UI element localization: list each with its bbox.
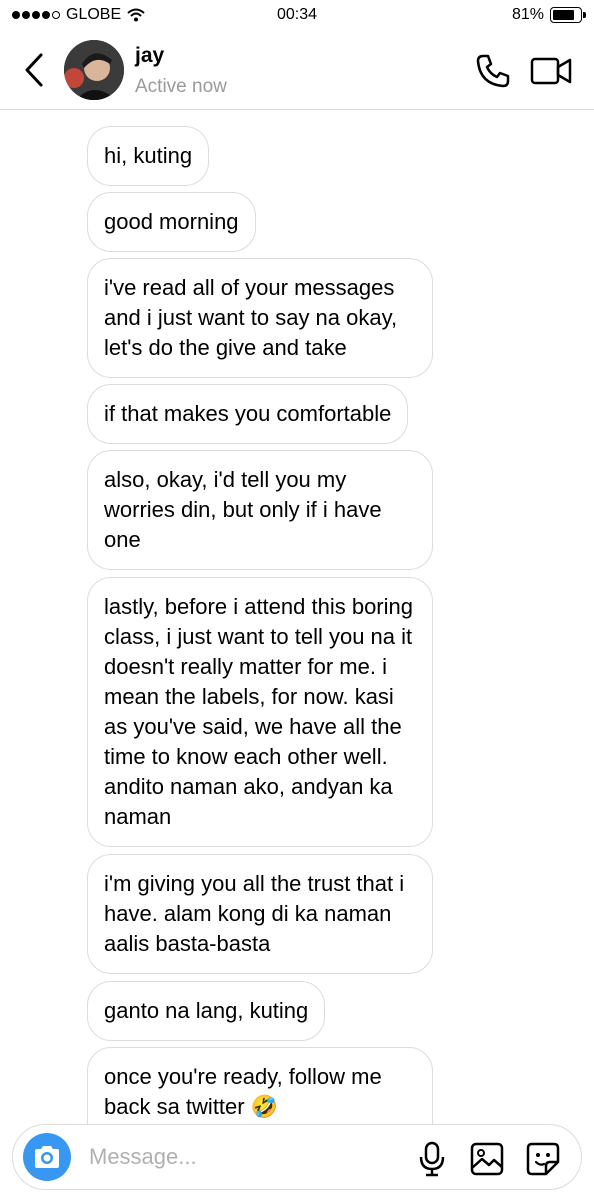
message-input[interactable] <box>89 1139 389 1175</box>
back-button[interactable] <box>18 50 50 90</box>
battery-percent: 81% <box>511 6 544 23</box>
message-bubble: hi, kuting <box>87 126 210 186</box>
message-bubble: also, okay, i'd tell you my worries din,… <box>87 450 433 570</box>
message-composer <box>12 1124 582 1190</box>
camera-icon <box>35 1146 59 1168</box>
phone-icon <box>476 54 510 88</box>
message-bubble: lastly, before i attend this boring clas… <box>87 577 433 847</box>
message-bubble: if that makes you comfortable <box>87 384 409 444</box>
voice-message-button[interactable] <box>417 1141 447 1177</box>
message-bubble: ganto na lang, kuting <box>87 981 326 1041</box>
gallery-icon <box>470 1142 504 1176</box>
video-camera-icon <box>530 57 572 85</box>
camera-button[interactable] <box>23 1133 71 1181</box>
message-thread[interactable]: hi, kuting good morning i've read all of… <box>0 110 594 1124</box>
sticker-button[interactable] <box>525 1141 561 1177</box>
microphone-icon <box>419 1141 445 1177</box>
voice-call-button[interactable] <box>474 52 512 90</box>
contact-status: Active now <box>135 76 227 97</box>
message-bubble: i'm giving you all the trust that i have… <box>87 854 433 974</box>
avatar[interactable] <box>64 40 124 100</box>
message-bubble: once you're ready, follow me back sa twi… <box>87 1047 433 1124</box>
status-bar: GLOBE 00:34 81% <box>0 0 594 32</box>
battery-fill <box>553 10 575 20</box>
battery-info: 81% <box>511 6 586 24</box>
chat-header: jay Active now <box>0 32 594 110</box>
sticker-icon <box>526 1142 560 1176</box>
message-bubble: i've read all of your messages and i jus… <box>87 258 433 378</box>
message-bubble: good morning <box>87 192 256 252</box>
profile-photo <box>64 40 124 100</box>
video-call-button[interactable] <box>530 54 572 88</box>
gallery-button[interactable] <box>469 1141 505 1177</box>
back-chevron-icon <box>25 53 43 87</box>
battery-icon <box>550 7 586 23</box>
clock: 00:34 <box>276 6 318 23</box>
contact-name[interactable]: jay <box>135 44 164 68</box>
